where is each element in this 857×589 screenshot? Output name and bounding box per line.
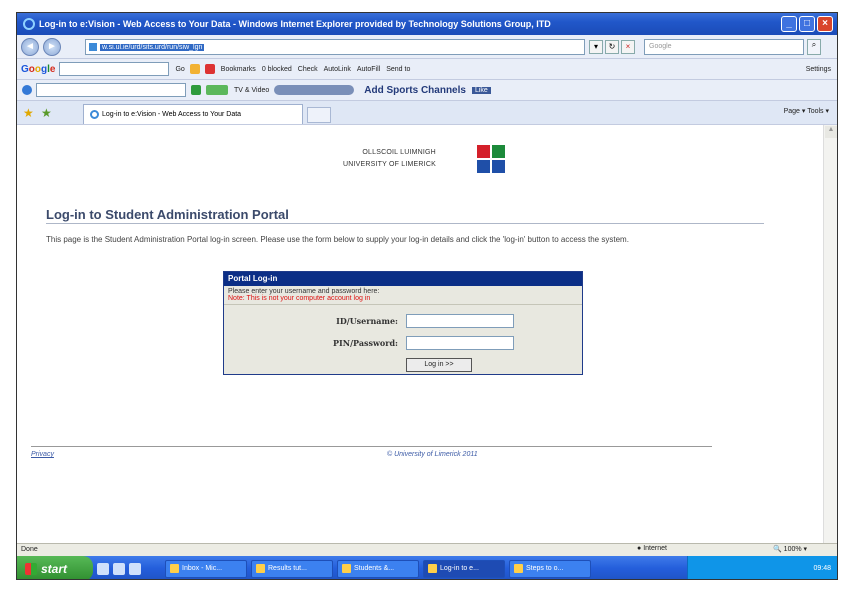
start-label: start (41, 561, 68, 576)
toolbar-search-input[interactable] (36, 83, 186, 97)
autolink-button[interactable]: AutoLink (324, 66, 351, 73)
intro-text: This page is the Student Administration … (46, 235, 629, 244)
toolbar-logo-icon (22, 85, 32, 95)
address-input[interactable]: w.si.ul.ie/urd/sits.urd/run/siw_lgn (85, 39, 585, 55)
desktop-quicklaunch-icon[interactable] (129, 562, 141, 575)
title-bar: Log-in to e:Vision - Web Access to Your … (17, 13, 837, 35)
ie-tab-icon (90, 110, 99, 119)
login-button[interactable]: Log in >> (406, 358, 472, 372)
username-label: ID/Username: (336, 316, 398, 326)
address-url: w.si.ul.ie/urd/sits.urd/run/siw_lgn (100, 43, 205, 51)
outlook-quicklaunch-icon[interactable] (113, 562, 125, 575)
minimize-button[interactable]: _ (781, 16, 797, 32)
privacy-link[interactable]: Privacy (31, 451, 54, 458)
autofill-button[interactable]: AutoFill (357, 66, 380, 73)
pagerank-icon (189, 64, 200, 74)
university-logo-text: OLLSCOIL LUIMNIGH UNIVERSITY OF LIMERICK (343, 147, 436, 171)
vertical-scrollbar[interactable]: ▲ (823, 125, 837, 543)
quick-launch (97, 559, 161, 579)
sports-channels-button[interactable]: Add Sports Channels (364, 85, 466, 96)
google-logo: Google (21, 63, 56, 75)
university-logo (477, 145, 507, 175)
page-icon (89, 43, 97, 51)
popup-blocked-button[interactable]: 0 blocked (262, 66, 292, 73)
security-zone: ● Internet (637, 545, 667, 552)
logo-line-irish: OLLSCOIL LUIMNIGH (362, 149, 436, 156)
title-divider (46, 223, 764, 224)
logo-line-english: UNIVERSITY OF LIMERICK (343, 161, 436, 168)
media-player-icon[interactable] (274, 85, 355, 95)
taskbar: start Inbox - Mic... Results tut... Stud… (17, 556, 837, 579)
windows-flag-icon (25, 562, 37, 575)
ie-icon (23, 18, 35, 30)
tab-label: Log-in to e:Vision - Web Access to Your … (102, 111, 242, 118)
login-instruction: Please enter your username and password … (228, 288, 380, 295)
scroll-up-icon[interactable]: ▲ (825, 126, 837, 138)
login-box: Portal Log-in Please enter your username… (223, 271, 583, 375)
address-dropdown-icon[interactable]: ▾ (589, 40, 603, 54)
back-button[interactable]: ◄ (21, 37, 39, 56)
stop-icon[interactable]: × (621, 40, 635, 54)
taskbar-item-login[interactable]: Log-in to e... (423, 559, 505, 578)
browser-window: Log-in to e:Vision - Web Access to Your … (16, 12, 838, 580)
status-text: Done (21, 546, 38, 553)
tv-video-button[interactable]: TV & Video (234, 87, 269, 94)
ie-quicklaunch-icon[interactable] (97, 562, 109, 575)
clock: 09:48 (813, 565, 831, 572)
status-bar: Done ● Internet 🔍 100% ▾ (17, 543, 837, 556)
google-search-input[interactable] (59, 62, 170, 76)
tab-evision[interactable]: Log-in to e:Vision - Web Access to Your … (83, 104, 303, 124)
password-label: PIN/Password: (333, 338, 398, 348)
send-to-button[interactable]: Send to (386, 66, 410, 73)
start-button[interactable]: start (17, 556, 93, 579)
google-toolbar: Google Go Bookmarks 0 blocked Check Auto… (17, 59, 837, 80)
check-button[interactable]: Check (298, 66, 318, 73)
footer-divider (31, 446, 712, 447)
taskbar-item-results[interactable]: Results tut... (251, 559, 333, 578)
login-warning: Note: This is not your computer account … (224, 295, 582, 305)
page-title: Log-in to Student Administration Portal (46, 207, 289, 222)
close-button[interactable]: × (817, 16, 833, 32)
search-icon[interactable]: ⌕ (807, 39, 821, 55)
refresh-icon[interactable]: ↻ (605, 40, 619, 54)
favorites-star-icon[interactable]: ★ (23, 106, 34, 120)
add-favorites-icon[interactable]: ★ (41, 106, 52, 120)
search-input[interactable]: Google (644, 39, 804, 55)
gmail-icon[interactable] (204, 64, 215, 74)
new-tab-button[interactable] (307, 107, 331, 123)
like-button[interactable]: Like (471, 86, 491, 94)
settings-button[interactable]: Settings (806, 66, 831, 73)
system-tray: 09:48 (687, 556, 837, 579)
links-toolbar: TV & Video Add Sports Channels Like (17, 80, 837, 101)
taskbar-item-steps[interactable]: Steps to o... (509, 559, 591, 578)
taskbar-item-inbox[interactable]: Inbox - Mic... (165, 559, 247, 578)
username-input[interactable] (406, 314, 514, 328)
command-bar[interactable]: Page ▾ Tools ▾ (784, 107, 829, 115)
zoom-level[interactable]: 🔍 100% ▾ (773, 545, 807, 553)
green-icon[interactable] (191, 85, 201, 95)
login-header: Portal Log-in (224, 272, 582, 286)
window-title: Log-in to e:Vision - Web Access to Your … (39, 19, 551, 29)
page-content: OLLSCOIL LUIMNIGH UNIVERSITY OF LIMERICK… (17, 125, 825, 543)
address-toolbar: ◄ ► w.si.ul.ie/urd/sits.urd/run/siw_lgn … (17, 35, 837, 59)
maximize-button[interactable]: □ (799, 16, 815, 32)
tv-icon[interactable] (206, 85, 228, 95)
tab-bar: ★ ★ Log-in to e:Vision - Web Access to Y… (17, 101, 837, 125)
google-go[interactable]: Go (175, 66, 184, 73)
forward-button[interactable]: ► (43, 37, 61, 56)
bookmarks-button[interactable]: Bookmarks (221, 66, 256, 73)
copyright-text: © University of Limerick 2011 (387, 451, 478, 458)
password-input[interactable] (406, 336, 514, 350)
taskbar-item-students[interactable]: Students &... (337, 559, 419, 578)
